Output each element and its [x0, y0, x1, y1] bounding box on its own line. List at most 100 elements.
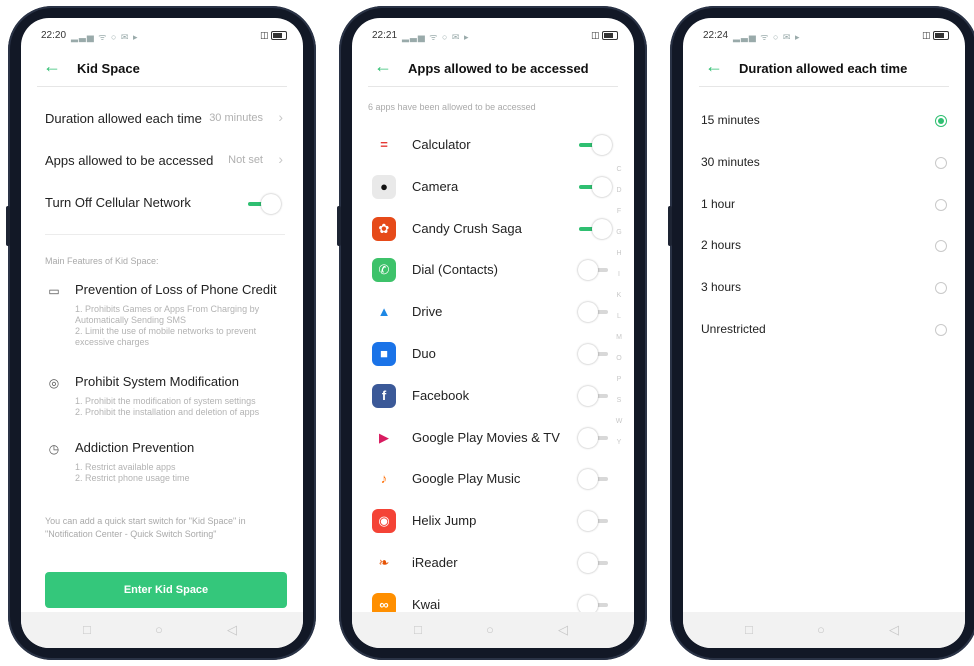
- feature-desc: 1. Prohibits Games or Apps From Charging…: [75, 304, 260, 347]
- chevron-right-icon: ›: [278, 109, 283, 125]
- app-row: ▶ Google Play Movies & TV: [368, 417, 612, 459]
- features-heading: Main Features of Kid Space:: [45, 256, 159, 266]
- duration-option[interactable]: 3 hours: [701, 267, 951, 309]
- setting-value: Not set: [228, 154, 263, 166]
- app-toggle[interactable]: [578, 553, 612, 573]
- back-arrow-icon[interactable]: ←: [43, 56, 61, 77]
- nav-bar: □ ○ ◁: [21, 612, 303, 648]
- alphabet-letter[interactable]: P: [614, 376, 624, 383]
- feature-title: Addiction Prevention: [75, 440, 195, 455]
- helix-jump-icon: ◉: [372, 509, 396, 534]
- back-arrow-icon[interactable]: ←: [374, 56, 392, 77]
- alphabet-letter[interactable]: M: [614, 334, 624, 341]
- alphabet-letter[interactable]: C: [614, 166, 624, 173]
- alphabet-letter[interactable]: H: [614, 250, 624, 257]
- gear-icon: ◎: [48, 376, 60, 390]
- app-name: Duo: [412, 346, 436, 361]
- feature-title: Prohibit System Modification: [75, 374, 240, 389]
- app-name: Google Play Music: [412, 471, 521, 487]
- option-label: Unrestricted: [701, 322, 766, 336]
- app-toggle[interactable]: [578, 260, 612, 281]
- phone-icon: ✆: [372, 258, 396, 283]
- nav-bar: □ ○ ◁: [352, 612, 634, 648]
- setting-duration[interactable]: Duration allowed each time 30 minutes ›: [45, 100, 285, 140]
- home-icon[interactable]: ○: [155, 622, 163, 637]
- app-toggle[interactable]: [578, 135, 612, 155]
- recents-icon[interactable]: □: [83, 622, 91, 637]
- back-icon[interactable]: ◁: [227, 622, 237, 638]
- screen: 22:20 ▂▃▅ ᯤ ○ ✉ ▸ ◫ ← Kid Space Duration…: [21, 18, 303, 648]
- screen: 22:24 ▂▃▅ ᯤ ○ ✉ ▸ ◫ ← Duration allowed e…: [683, 18, 965, 648]
- app-toggle[interactable]: [578, 427, 612, 448]
- recents-icon[interactable]: □: [745, 622, 753, 637]
- alphabet-letter[interactable]: I: [614, 271, 624, 278]
- recents-icon[interactable]: □: [414, 622, 422, 637]
- status-time: 22:24: [703, 30, 729, 41]
- duration-option[interactable]: 15 minutes: [701, 100, 951, 142]
- alphabet-letter[interactable]: F: [614, 208, 624, 215]
- sim-card-icon: ▭: [48, 284, 60, 298]
- page-header: ← Duration allowed each time: [699, 52, 949, 87]
- back-icon[interactable]: ◁: [889, 622, 899, 638]
- back-arrow-icon[interactable]: ←: [705, 56, 723, 77]
- alphabet-letter[interactable]: W: [614, 418, 624, 425]
- signal-icon: ▂▃▅ ᯤ ○ ✉ ▸: [402, 32, 470, 42]
- battery-icon: ◫: [922, 30, 949, 41]
- app-row: ● Camera: [368, 166, 612, 208]
- chevron-right-icon: ›: [278, 151, 283, 167]
- app-name: Dial (Contacts): [412, 262, 498, 278]
- radio-button[interactable]: [935, 198, 947, 211]
- setting-label: Duration allowed each time: [45, 111, 202, 126]
- app-toggle[interactable]: [578, 385, 612, 406]
- radio-button[interactable]: [935, 282, 947, 295]
- alphabet-letter[interactable]: K: [614, 292, 624, 299]
- duration-option[interactable]: 1 hour: [701, 184, 951, 226]
- page-header: ← Apps allowed to be accessed: [368, 52, 618, 87]
- alphabet-letter[interactable]: L: [614, 313, 624, 320]
- phone-kid-space: 22:20 ▂▃▅ ᯤ ○ ✉ ▸ ◫ ← Kid Space Duration…: [6, 6, 316, 660]
- alphabet-letter[interactable]: Y: [614, 439, 624, 446]
- alphabet-letter[interactable]: S: [614, 397, 624, 404]
- setting-apps-allowed[interactable]: Apps allowed to be accessed Not set ›: [45, 142, 285, 182]
- feature-title: Prevention of Loss of Phone Credit: [75, 282, 277, 297]
- feature-desc: 1. Prohibit the modification of system s…: [75, 396, 260, 417]
- home-icon[interactable]: ○: [817, 622, 825, 637]
- duration-option[interactable]: 2 hours: [701, 225, 951, 267]
- radio-button[interactable]: [935, 115, 947, 127]
- enter-kid-space-button[interactable]: Enter Kid Space: [45, 572, 287, 608]
- candy-crush-icon: ✿: [372, 216, 396, 241]
- setting-cellular: Turn Off Cellular Network: [45, 184, 285, 224]
- setting-label: Apps allowed to be accessed: [45, 153, 214, 168]
- setting-label: Turn Off Cellular Network: [45, 195, 191, 210]
- home-icon[interactable]: ○: [486, 622, 494, 637]
- calculator-icon: =: [372, 133, 396, 157]
- app-toggle[interactable]: [578, 218, 612, 239]
- alphabet-letter[interactable]: D: [614, 187, 624, 194]
- app-toggle[interactable]: [578, 469, 612, 490]
- app-row: ✆ Dial (Contacts): [368, 249, 612, 291]
- app-toggle[interactable]: [578, 511, 612, 532]
- cellular-toggle[interactable]: [247, 194, 281, 214]
- app-row: ▲ Drive: [368, 291, 612, 333]
- option-label: 1 hour: [701, 196, 736, 211]
- page-header: ← Kid Space: [37, 52, 287, 87]
- setting-value: 30 minutes: [209, 112, 263, 124]
- page-title: Kid Space: [77, 61, 140, 76]
- app-toggle[interactable]: [578, 176, 612, 197]
- radio-button[interactable]: [935, 156, 947, 169]
- duration-option[interactable]: 30 minutes: [701, 142, 951, 184]
- app-name: Candy Crush Saga: [412, 220, 522, 236]
- duration-option[interactable]: Unrestricted: [701, 309, 951, 351]
- duo-icon: ■: [372, 342, 396, 366]
- app-name: Kwai: [412, 596, 441, 612]
- facebook-icon: f: [372, 383, 396, 408]
- alphabet-letter[interactable]: G: [614, 229, 624, 236]
- app-toggle[interactable]: [578, 344, 612, 364]
- camera-icon: ●: [372, 174, 396, 199]
- alphabet-letter[interactable]: O: [614, 355, 624, 362]
- app-toggle[interactable]: [578, 302, 612, 323]
- radio-button[interactable]: [935, 324, 947, 336]
- radio-button[interactable]: [935, 240, 947, 253]
- option-label: 3 hours: [701, 280, 742, 295]
- back-icon[interactable]: ◁: [558, 622, 568, 638]
